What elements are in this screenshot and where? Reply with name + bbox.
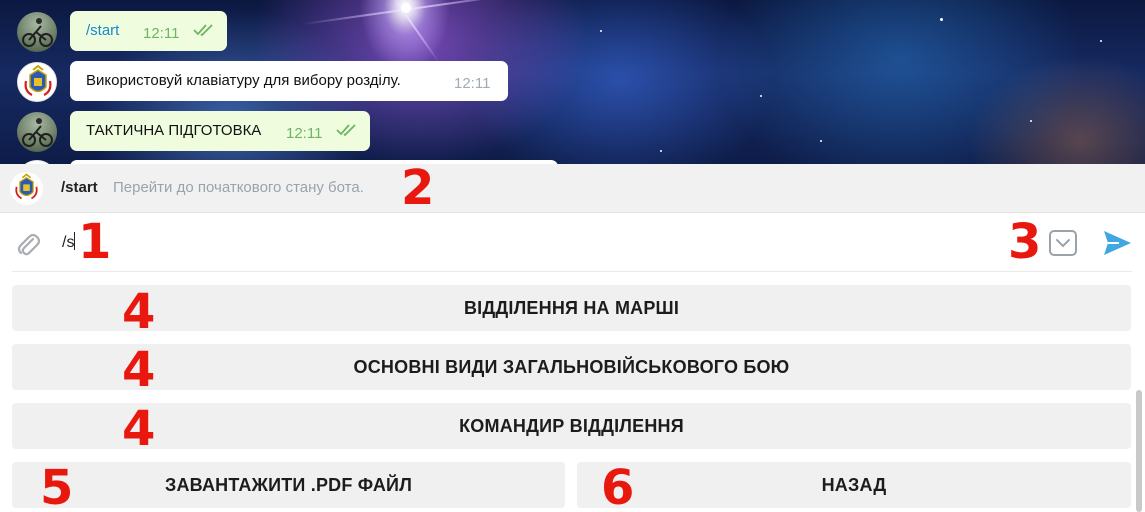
message-time: 12:11 (454, 75, 491, 92)
suggestion-command: /start (61, 179, 98, 196)
double-check-icon (336, 124, 356, 137)
incoming-message-bubble[interactable]: Використовуй клавіатуру для вибору розді… (70, 61, 508, 101)
message-composer: /s (0, 214, 1145, 272)
keyboard-button-squad-on-march[interactable]: ВІДДІЛЕННЯ НА МАРШІ (12, 285, 1131, 331)
user-avatar[interactable] (17, 112, 57, 152)
message-row: ТАКТИЧНА ПІДГОТОВКА 12:11 (0, 111, 390, 155)
keyboard-button-squad-commander[interactable]: КОМАНДИР ВІДДІЛЕННЯ (12, 403, 1131, 449)
message-command-link[interactable]: /start (86, 11, 119, 51)
paperclip-icon[interactable] (14, 230, 42, 258)
coat-of-arms-avatar-image (24, 64, 52, 96)
bot-avatar (10, 172, 43, 205)
message-row: /start 12:11 (0, 11, 240, 55)
star (660, 150, 662, 152)
annotation-number: 2 (401, 160, 435, 216)
message-input-value: /s (62, 234, 75, 251)
annotation-number: 1 (78, 214, 112, 270)
annotation-number: 3 (1008, 214, 1042, 270)
command-suggestion[interactable]: /start Перейти до початкового стану бота… (0, 164, 1145, 213)
suggestion-description: Перейти до початкового стану бота. (113, 179, 364, 196)
outgoing-message-bubble[interactable]: ТАКТИЧНА ПІДГОТОВКА 12:11 (70, 111, 370, 151)
chat-history[interactable]: /start 12:11 Використовуй клавіатуру для… (0, 0, 1145, 164)
outgoing-message-bubble[interactable]: /start 12:11 (70, 11, 227, 51)
star (1100, 40, 1102, 42)
message-time: 12:11 (286, 125, 323, 142)
message-time: 12:11 (143, 25, 180, 42)
message-input[interactable]: /s (62, 232, 76, 252)
annotation-number: 4 (122, 342, 156, 398)
star (820, 140, 822, 142)
message-text: Використовуй клавіатуру для вибору розді… (86, 72, 401, 89)
keyboard-button-download-pdf[interactable]: ЗАВАНТАЖИТИ .PDF ФАЙЛ (12, 462, 565, 508)
cyclist-avatar-image (22, 18, 53, 47)
keyboard-toggle-icon[interactable] (1048, 228, 1078, 258)
user-avatar[interactable] (17, 12, 57, 52)
keyboard-button-combat-types[interactable]: ОСНОВНІ ВИДИ ЗАГАЛЬНОВІЙСЬКОВОГО БОЮ (12, 344, 1131, 390)
star (940, 18, 943, 21)
double-check-icon (193, 24, 213, 37)
message-row: Використовуй клавіатуру для вибору розді… (0, 61, 520, 105)
send-icon[interactable] (1101, 228, 1133, 258)
annotation-number: 5 (40, 460, 74, 512)
star (1030, 120, 1032, 122)
annotation-number: 4 (122, 401, 156, 457)
coat-of-arms-avatar-image (15, 173, 38, 200)
star (760, 95, 762, 97)
annotation-number: 6 (601, 460, 635, 512)
keyboard-scrollbar[interactable] (1136, 390, 1142, 512)
annotation-number: 4 (122, 284, 156, 340)
text-caret (74, 232, 76, 250)
bot-avatar[interactable] (17, 62, 57, 102)
message-text: ТАКТИЧНА ПІДГОТОВКА (86, 122, 262, 139)
keyboard-button-back[interactable]: НАЗАД (577, 462, 1131, 508)
cyclist-avatar-image (22, 118, 53, 147)
star (401, 3, 411, 13)
star (600, 30, 602, 32)
